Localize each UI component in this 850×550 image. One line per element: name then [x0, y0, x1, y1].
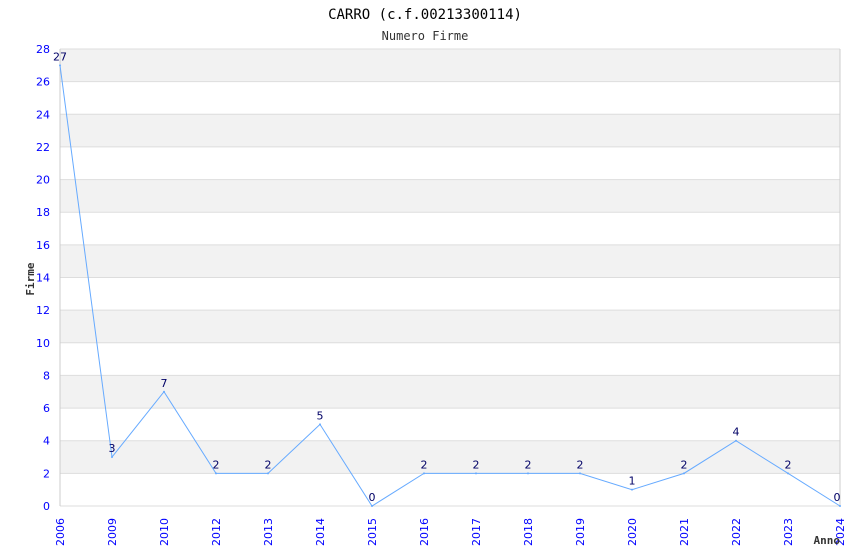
y-tick-label: 26 [36, 76, 50, 89]
chart-title: CARRO (c.f.00213300114) [328, 7, 522, 23]
y-tick-label: 14 [36, 272, 50, 285]
data-label: 0 [369, 491, 376, 504]
data-point [163, 390, 165, 393]
data-label: 0 [834, 491, 841, 504]
grid-band [60, 473, 840, 506]
x-tick-label: 2022 [730, 518, 743, 546]
data-label: 2 [785, 458, 792, 471]
data-point [371, 505, 373, 507]
grid-band [60, 81, 840, 115]
x-tick-label: 2018 [522, 518, 535, 546]
data-point [423, 472, 425, 475]
data-label: 2 [265, 458, 272, 471]
data-label: 2 [213, 458, 220, 471]
data-label: 1 [629, 475, 636, 488]
data-label: 2 [681, 458, 688, 471]
data-point [111, 456, 113, 459]
y-axis-label: Firme [24, 262, 37, 295]
y-tick-label: 16 [36, 239, 50, 252]
data-label: 4 [733, 426, 740, 439]
data-point [579, 472, 581, 475]
data-point [735, 439, 737, 442]
x-tick-label: 2016 [418, 518, 431, 546]
grid-band [60, 146, 840, 180]
data-label: 7 [161, 377, 168, 390]
x-tick-label: 2017 [470, 518, 483, 546]
data-label: 5 [317, 409, 324, 422]
x-tick-label: 2013 [262, 518, 275, 546]
x-axis-label: Anno [814, 534, 841, 547]
data-point [319, 423, 321, 426]
y-tick-label: 0 [43, 500, 50, 513]
x-tick-label: 2021 [678, 518, 691, 546]
grid-band [60, 114, 840, 147]
x-tick-label: 2023 [782, 518, 795, 546]
y-tick-label: 24 [36, 108, 50, 121]
y-tick-label: 22 [36, 141, 50, 154]
data-point [267, 472, 269, 475]
data-point [683, 472, 685, 475]
y-tick-label: 10 [36, 337, 50, 350]
x-tick-label: 2006 [54, 518, 67, 546]
x-tick-label: 2015 [366, 518, 379, 546]
data-label: 2 [421, 458, 428, 471]
x-tick-label: 2012 [210, 518, 223, 546]
grid-band [60, 179, 840, 213]
y-tick-label: 4 [43, 435, 50, 448]
data-point [839, 505, 841, 507]
y-tick-label: 12 [36, 304, 50, 317]
data-point [215, 472, 217, 475]
line-chart: CARRO (c.f.00213300114) Numero Firme 024… [24, 7, 847, 547]
grid-band [60, 49, 840, 82]
data-label: 3 [109, 442, 116, 455]
chart-subtitle: Numero Firme [382, 29, 469, 43]
grid-band [60, 310, 840, 343]
data-label: 2 [577, 458, 584, 471]
grid-band [60, 277, 840, 311]
data-point [787, 472, 789, 475]
data-point [527, 472, 529, 475]
data-label: 2 [473, 458, 480, 471]
y-tick-label: 18 [36, 206, 50, 219]
data-label: 2 [525, 458, 532, 471]
x-tick-label: 2010 [158, 518, 171, 546]
data-point [475, 472, 477, 475]
y-tick-label: 2 [43, 467, 50, 480]
x-tick-label: 2009 [106, 518, 119, 546]
data-label: 27 [53, 50, 67, 63]
data-point [59, 64, 61, 67]
y-tick-label: 20 [36, 174, 50, 187]
grid-band [60, 244, 840, 278]
y-tick-label: 6 [43, 402, 50, 415]
x-tick-label: 2019 [574, 518, 587, 546]
x-tick-label: 2014 [314, 518, 327, 546]
y-tick-label: 8 [43, 369, 50, 382]
grid-band [60, 212, 840, 245]
grid-band [60, 440, 840, 474]
grid-band [60, 342, 840, 376]
data-point [631, 488, 633, 491]
x-tick-label: 2020 [626, 518, 639, 546]
grid-band [60, 375, 840, 409]
y-tick-label: 28 [36, 43, 50, 56]
